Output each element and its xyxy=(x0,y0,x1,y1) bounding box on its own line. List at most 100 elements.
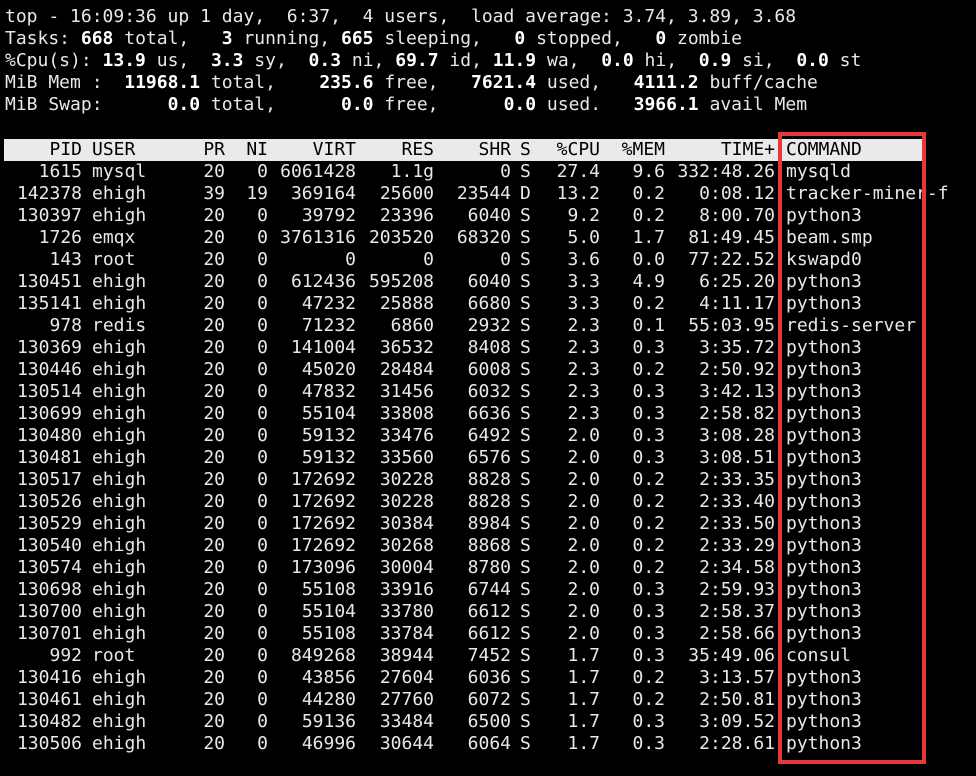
cell-cpu: 1.7 xyxy=(567,645,600,666)
cell-mem: 4.9 xyxy=(632,271,665,292)
cell-virt: 47832 xyxy=(301,381,356,402)
cell-nice: 0 xyxy=(257,667,268,688)
cell-res: 33916 xyxy=(379,579,434,600)
cell-shr: 0 xyxy=(500,249,511,270)
cell-time: 2:28.61 xyxy=(699,733,775,754)
cell-time: 0:08.12 xyxy=(699,183,775,204)
cell-res: 33484 xyxy=(379,711,434,732)
cell-priority: 20 xyxy=(203,579,225,600)
cell-priority: 20 xyxy=(203,711,225,732)
cell-time: 8:00.70 xyxy=(699,205,775,226)
cell-shr: 0 xyxy=(500,161,511,182)
cell-mem: 0.2 xyxy=(632,469,665,490)
cell-state: S xyxy=(520,205,531,226)
cell-shr: 23544 xyxy=(456,183,511,204)
cell-pid: 130480 xyxy=(16,425,82,446)
column-header-pid[interactable]: PID xyxy=(0,139,82,161)
column-header-cpu[interactable]: %CPU xyxy=(540,139,600,161)
cell-nice: 0 xyxy=(257,645,268,666)
cell-time: 3:42.13 xyxy=(699,381,775,402)
cell-nice: 0 xyxy=(257,447,268,468)
cell-virt: 3761316 xyxy=(280,227,356,248)
cell-res: 203520 xyxy=(368,227,434,248)
cell-shr: 8780 xyxy=(467,557,511,578)
cell-nice: 0 xyxy=(257,601,268,622)
terminal-window[interactable]: top - 16:09:36 up 1 day, 6:37, 4 users, … xyxy=(0,0,976,776)
cell-cpu: 2.0 xyxy=(567,623,600,644)
cell-user: ehigh xyxy=(92,557,147,578)
column-header-state[interactable]: S xyxy=(520,139,536,161)
cell-user: emqx xyxy=(92,227,136,248)
cell-time: 81:49.45 xyxy=(688,227,775,248)
cell-mem: 0.0 xyxy=(632,249,665,270)
cell-mem: 0.3 xyxy=(632,711,665,732)
cell-res: 25888 xyxy=(379,293,434,314)
cell-virt: 369164 xyxy=(290,183,356,204)
cell-pid: 1726 xyxy=(38,227,82,248)
cell-time: 2:58.82 xyxy=(699,403,775,424)
cell-priority: 20 xyxy=(203,645,225,666)
cell-priority: 20 xyxy=(203,293,225,314)
cell-state: S xyxy=(520,381,531,402)
cell-pid: 130461 xyxy=(16,689,82,710)
cell-state: S xyxy=(520,403,531,424)
cell-shr: 8408 xyxy=(467,337,511,358)
cell-user: ehigh xyxy=(92,425,147,446)
cell-priority: 39 xyxy=(203,183,225,204)
cell-state: D xyxy=(520,183,531,204)
cell-cpu: 2.0 xyxy=(567,601,600,622)
cell-res: 27604 xyxy=(379,667,434,688)
cell-shr: 7452 xyxy=(467,645,511,666)
cell-cpu: 13.2 xyxy=(556,183,600,204)
cell-virt: 59132 xyxy=(301,425,356,446)
cell-priority: 20 xyxy=(203,733,225,754)
column-header-shr[interactable]: SHR xyxy=(436,139,511,161)
cell-mem: 0.1 xyxy=(632,315,665,336)
cell-user: ehigh xyxy=(92,667,147,688)
cell-res: 6860 xyxy=(390,315,434,336)
uptime-line: top - 16:09:36 up 1 day, 6:37, 4 users, … xyxy=(5,6,797,27)
cell-priority: 20 xyxy=(203,161,225,182)
cell-priority: 20 xyxy=(203,667,225,688)
column-header-pr[interactable]: PR xyxy=(180,139,225,161)
cell-user: ehigh xyxy=(92,183,147,204)
cell-state: S xyxy=(520,359,531,380)
cell-cpu: 9.2 xyxy=(567,205,600,226)
cell-time: 3:35.72 xyxy=(699,337,775,358)
cell-mem: 0.2 xyxy=(632,205,665,226)
cell-res: 33476 xyxy=(379,425,434,446)
cell-time: 2:33.35 xyxy=(699,469,775,490)
cell-mem: 0.2 xyxy=(632,557,665,578)
cell-nice: 0 xyxy=(257,271,268,292)
tasks-line: Tasks: 668 total, 3 running, 665 sleepin… xyxy=(5,28,743,49)
column-header-time[interactable]: TIME+ xyxy=(668,139,775,161)
cell-user: mysql xyxy=(92,161,147,182)
cell-cpu: 1.7 xyxy=(567,733,600,754)
cell-time: 2:33.50 xyxy=(699,513,775,534)
column-header-res[interactable]: RES xyxy=(356,139,434,161)
column-header-mem[interactable]: %MEM xyxy=(605,139,665,161)
cell-user: ehigh xyxy=(92,491,147,512)
cell-user: ehigh xyxy=(92,601,147,622)
cell-nice: 0 xyxy=(257,579,268,600)
cell-priority: 20 xyxy=(203,601,225,622)
cell-res: 28484 xyxy=(379,359,434,380)
cell-state: S xyxy=(520,161,531,182)
cell-user: root xyxy=(92,249,136,270)
cell-virt: 55108 xyxy=(301,623,356,644)
cell-shr: 6612 xyxy=(467,601,511,622)
cell-user: ehigh xyxy=(92,447,147,468)
cell-state: S xyxy=(520,689,531,710)
cell-virt: 849268 xyxy=(290,645,356,666)
column-header-virt[interactable]: VIRT xyxy=(270,139,356,161)
cell-shr: 6036 xyxy=(467,667,511,688)
cell-shr: 8984 xyxy=(467,513,511,534)
column-header-user[interactable]: USER xyxy=(92,139,172,161)
cell-priority: 20 xyxy=(203,249,225,270)
cell-cpu: 2.0 xyxy=(567,513,600,534)
cell-state: S xyxy=(520,227,531,248)
cell-time: 6:25.20 xyxy=(699,271,775,292)
cell-res: 33784 xyxy=(379,623,434,644)
column-header-ni[interactable]: NI xyxy=(230,139,268,161)
cell-state: S xyxy=(520,315,531,336)
